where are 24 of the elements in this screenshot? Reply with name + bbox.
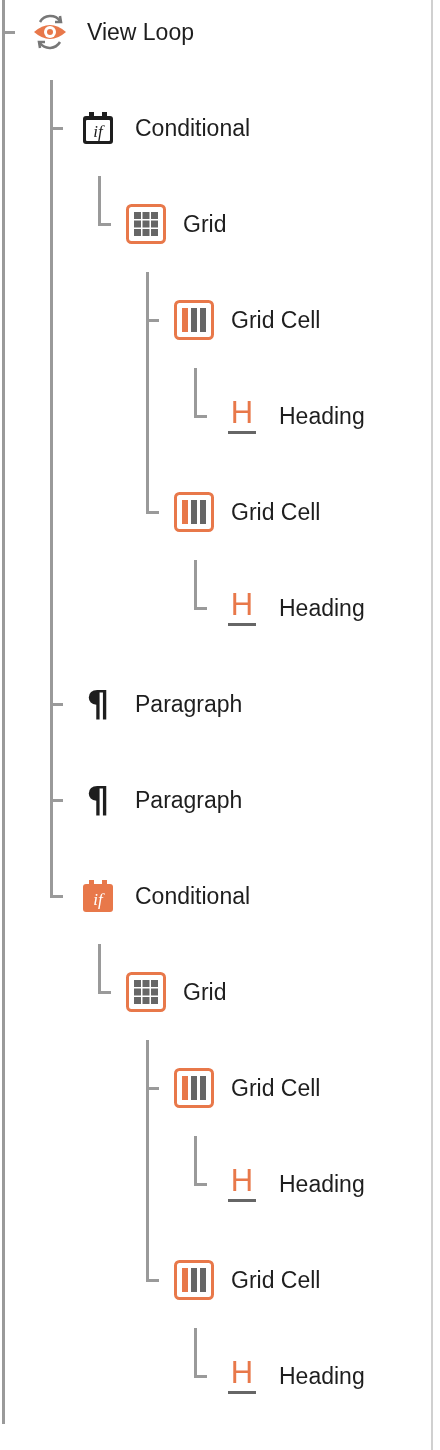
block-label[interactable]: Grid [183,210,227,238]
block-label[interactable]: View Loop [87,18,194,46]
block-label[interactable]: Grid Cell [231,1074,321,1102]
block-label[interactable]: Paragraph [135,690,243,718]
eye-loop-icon [32,12,68,52]
columns-icon [174,1068,214,1108]
block-label[interactable]: Heading [279,402,365,430]
block-label[interactable]: Grid Cell [231,498,321,526]
block-label[interactable]: Conditional [135,114,251,142]
paragraph-icon: ¶ [86,686,110,722]
block-label[interactable]: Heading [279,594,365,622]
block-label[interactable]: Conditional [135,882,251,910]
grid-icon [126,204,166,244]
block-label[interactable]: Grid Cell [231,1266,321,1294]
block-label[interactable]: Grid Cell [231,306,321,334]
grid-icon [126,972,166,1012]
block-label[interactable]: Heading [279,1362,365,1390]
block-label[interactable]: Grid [183,978,227,1006]
columns-icon [174,300,214,340]
block-label[interactable]: Heading [279,1170,365,1198]
columns-icon [174,492,214,532]
columns-icon [174,1260,214,1300]
paragraph-icon: ¶ [86,782,110,818]
block-label[interactable]: Paragraph [135,786,243,814]
